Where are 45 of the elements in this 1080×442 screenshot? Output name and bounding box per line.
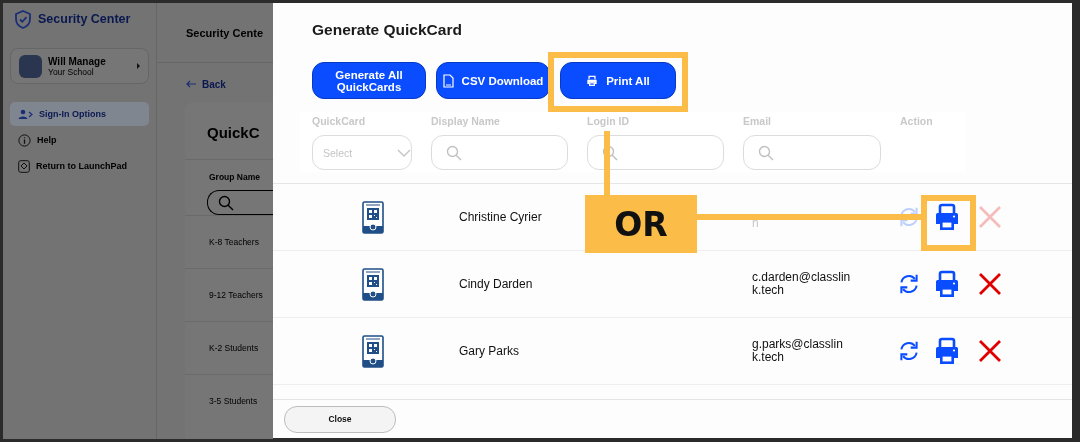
search-icon xyxy=(446,144,462,161)
qr-card-icon xyxy=(362,200,384,234)
highlight-frame xyxy=(921,195,976,251)
search-icon xyxy=(218,194,234,211)
caret-icon xyxy=(137,63,140,69)
user-card[interactable]: Will Manage Your School xyxy=(10,48,149,84)
user-name: Will Manage xyxy=(48,55,107,67)
dialog-title: Generate QuickCard xyxy=(311,20,463,40)
back-link[interactable]: Back xyxy=(186,77,226,91)
brand-name: Security Center xyxy=(38,12,131,26)
printer-icon xyxy=(586,75,599,86)
column-header: Group Name xyxy=(208,171,261,182)
delete-x-icon[interactable] xyxy=(978,272,1002,296)
printer-icon[interactable] xyxy=(933,337,961,365)
nav-item[interactable]: Return to LaunchPad xyxy=(10,154,149,178)
nav-item[interactable]: Help xyxy=(10,128,149,152)
arrow-left-icon xyxy=(186,80,196,88)
display-name: Gary Parks xyxy=(459,344,519,358)
file-csv-icon xyxy=(442,73,454,88)
printer-icon[interactable] xyxy=(933,270,961,298)
close-button[interactable]: Close xyxy=(284,405,396,433)
refresh-icon[interactable] xyxy=(898,340,920,362)
print-button[interactable]: Print All xyxy=(560,62,676,99)
chevron-down-icon xyxy=(397,148,411,157)
shield-check-icon xyxy=(14,9,32,29)
search-icon xyxy=(758,144,774,161)
launch-icon xyxy=(18,159,30,173)
printer-icon[interactable] xyxy=(933,203,961,231)
delete-x-icon[interactable] xyxy=(978,339,1002,363)
generate-button[interactable]: Generate All QuickCards xyxy=(312,62,426,99)
user-org: Your School xyxy=(48,66,94,77)
info-icon xyxy=(18,133,31,147)
email-text: c.darden@classlink.tech xyxy=(752,271,852,297)
nav-item[interactable]: Sign-In Options xyxy=(10,102,149,126)
user-icon xyxy=(18,109,33,119)
callout-label: OR xyxy=(585,195,697,253)
download-button[interactable]: CSV Download xyxy=(436,62,550,99)
avatar xyxy=(19,54,42,78)
qr-card-icon xyxy=(362,267,384,301)
email-text: g.parks@classlink.tech xyxy=(752,338,844,364)
page-title: Security Cente xyxy=(186,26,264,39)
display-name: Cindy Darden xyxy=(459,277,533,291)
display-name: Christine Cyrier xyxy=(459,210,542,224)
qr-card-icon xyxy=(362,334,384,368)
refresh-icon[interactable] xyxy=(898,273,920,295)
